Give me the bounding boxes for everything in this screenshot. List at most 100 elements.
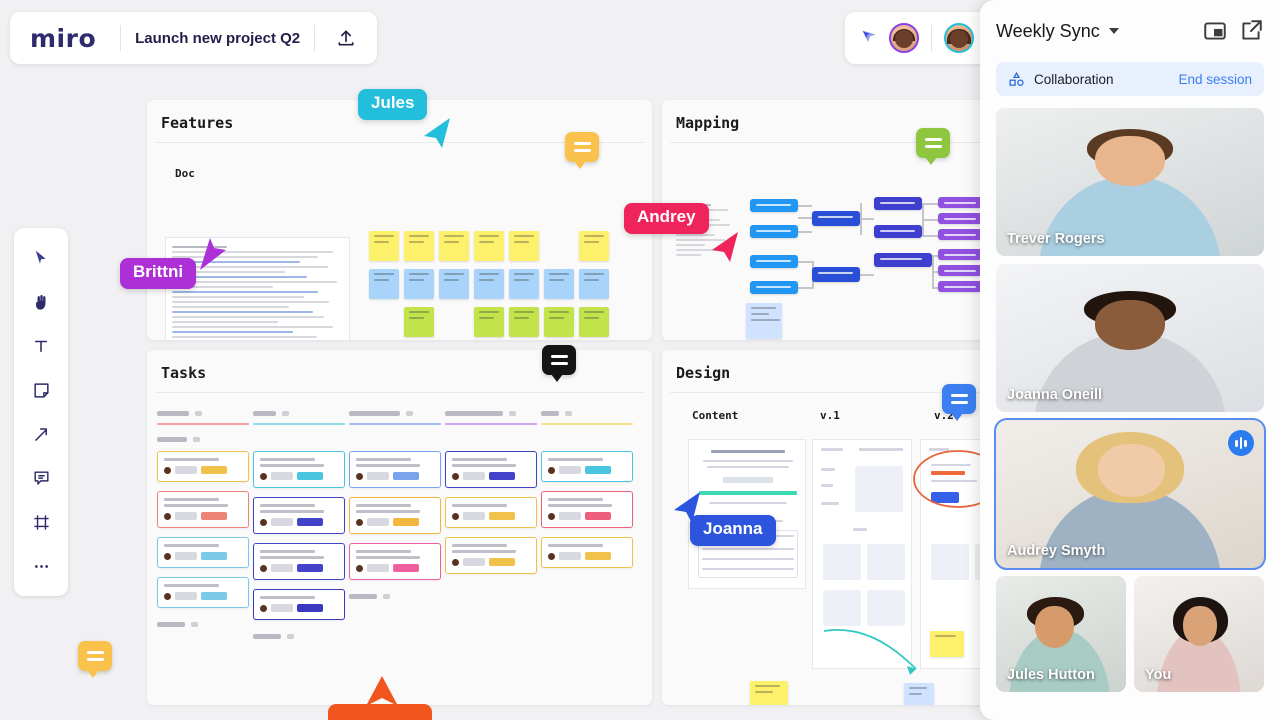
sticky-note[interactable] xyxy=(439,269,469,299)
kanban-card[interactable] xyxy=(253,497,345,534)
sticky-note[interactable] xyxy=(404,307,434,337)
sticky-note[interactable] xyxy=(904,683,934,705)
participant-tile[interactable]: Audrey Smyth xyxy=(994,418,1266,570)
wireframe-content[interactable] xyxy=(688,439,806,589)
avatar[interactable] xyxy=(889,23,919,53)
frame-tool[interactable] xyxy=(20,502,62,542)
flowchart-node[interactable] xyxy=(874,253,932,267)
text-tool[interactable] xyxy=(20,326,62,366)
document-preview[interactable] xyxy=(165,237,350,340)
select-tool[interactable] xyxy=(20,238,62,278)
sticky-note[interactable] xyxy=(509,231,539,261)
flowchart-node[interactable] xyxy=(750,199,798,212)
divider xyxy=(314,25,316,51)
more-tools[interactable] xyxy=(20,546,62,586)
flowchart-node[interactable] xyxy=(750,225,798,238)
cursor-follow-icon[interactable] xyxy=(859,28,879,48)
kanban-card[interactable] xyxy=(253,543,345,580)
flowchart-node[interactable] xyxy=(874,225,922,238)
kanban-card[interactable] xyxy=(157,491,249,528)
sticky-note[interactable] xyxy=(404,269,434,299)
end-session-button[interactable]: End session xyxy=(1178,72,1252,87)
session-title[interactable]: Weekly Sync xyxy=(996,21,1100,42)
sticky-note[interactable] xyxy=(509,307,539,337)
kanban-card[interactable] xyxy=(349,451,441,488)
kanban-card[interactable] xyxy=(445,537,537,574)
sticky-note[interactable] xyxy=(930,631,964,657)
sticky-note[interactable] xyxy=(474,269,504,299)
sticky-note[interactable] xyxy=(544,307,574,337)
sticky-note[interactable] xyxy=(474,231,504,261)
flowchart-node[interactable] xyxy=(938,249,982,260)
sticky-note[interactable] xyxy=(750,681,788,705)
frame-mapping[interactable]: Mapping xyxy=(662,100,1002,340)
comment-bubble-tasks[interactable] xyxy=(542,345,576,382)
kanban-card[interactable] xyxy=(157,451,249,482)
flowchart-node[interactable] xyxy=(938,281,982,292)
divider xyxy=(155,392,644,393)
kanban-column-bar xyxy=(157,423,249,425)
sticky-note[interactable] xyxy=(579,307,609,337)
sticky-note[interactable] xyxy=(509,269,539,299)
comment-bubble-bottom-left[interactable] xyxy=(78,641,112,678)
share-button[interactable] xyxy=(329,21,363,55)
sticky-note-icon xyxy=(33,382,49,398)
connector xyxy=(860,274,874,276)
kanban-card[interactable] xyxy=(541,491,633,528)
sticky-note[interactable] xyxy=(439,231,469,261)
flowchart-node[interactable] xyxy=(938,197,982,208)
flowchart-node[interactable] xyxy=(938,265,982,276)
flowchart-node[interactable] xyxy=(938,229,982,240)
annotation-arrow xyxy=(823,629,917,675)
connector xyxy=(798,231,812,233)
flowchart-node[interactable] xyxy=(750,255,798,268)
frame-tasks[interactable]: Tasks xyxy=(147,350,652,705)
frame-title: Mapping xyxy=(676,114,740,132)
kanban-team-label xyxy=(157,437,249,442)
kanban-card[interactable] xyxy=(445,497,537,528)
open-external-icon[interactable] xyxy=(1238,18,1264,44)
kanban-card[interactable] xyxy=(349,497,441,534)
sticky-note[interactable] xyxy=(369,269,399,299)
sticky-note[interactable] xyxy=(746,303,782,339)
connector xyxy=(860,218,874,220)
sticky-note[interactable] xyxy=(404,231,434,261)
kanban-card[interactable] xyxy=(541,451,633,482)
kanban-card[interactable] xyxy=(253,589,345,620)
participant-tile[interactable]: You xyxy=(1134,576,1264,692)
miro-board-app: miro Launch new project Q2 Features Doc … xyxy=(0,0,1280,720)
sticky-note-tool[interactable] xyxy=(20,370,62,410)
kanban-card[interactable] xyxy=(541,537,633,568)
shapes-pen-tool[interactable] xyxy=(20,414,62,454)
sticky-note[interactable] xyxy=(579,231,609,261)
kanban-card[interactable] xyxy=(157,577,249,608)
participant-tile[interactable]: Jules Hutton xyxy=(996,576,1126,692)
miro-logo[interactable]: miro xyxy=(24,24,106,53)
kanban-column-header xyxy=(253,411,345,416)
sticky-note[interactable] xyxy=(579,269,609,299)
more-dots-icon xyxy=(34,564,48,568)
flowchart-node[interactable] xyxy=(874,197,922,210)
avatar[interactable] xyxy=(944,23,974,53)
sticky-note[interactable] xyxy=(544,269,574,299)
comment-bubble-design[interactable] xyxy=(942,384,976,421)
kanban-card[interactable] xyxy=(349,543,441,580)
flowchart-node[interactable] xyxy=(812,267,860,282)
comment-tool[interactable] xyxy=(20,458,62,498)
kanban-card[interactable] xyxy=(253,451,345,488)
sticky-note[interactable] xyxy=(474,307,504,337)
participant-tile[interactable]: Trever Rogers xyxy=(996,108,1264,256)
flowchart-node[interactable] xyxy=(938,213,982,224)
flowchart-node[interactable] xyxy=(750,281,798,294)
comment-bubble-features[interactable] xyxy=(565,132,599,169)
kanban-card[interactable] xyxy=(157,537,249,568)
chevron-down-icon[interactable] xyxy=(1108,28,1119,34)
flowchart-node[interactable] xyxy=(812,211,860,226)
board-title[interactable]: Launch new project Q2 xyxy=(135,30,300,47)
comment-bubble-mapping[interactable] xyxy=(916,128,950,165)
kanban-card[interactable] xyxy=(445,451,537,488)
participant-tile[interactable]: Joanna Oneill xyxy=(996,264,1264,412)
picture-in-picture-icon[interactable] xyxy=(1202,18,1228,44)
sticky-note[interactable] xyxy=(369,231,399,261)
hand-tool[interactable] xyxy=(20,282,62,322)
